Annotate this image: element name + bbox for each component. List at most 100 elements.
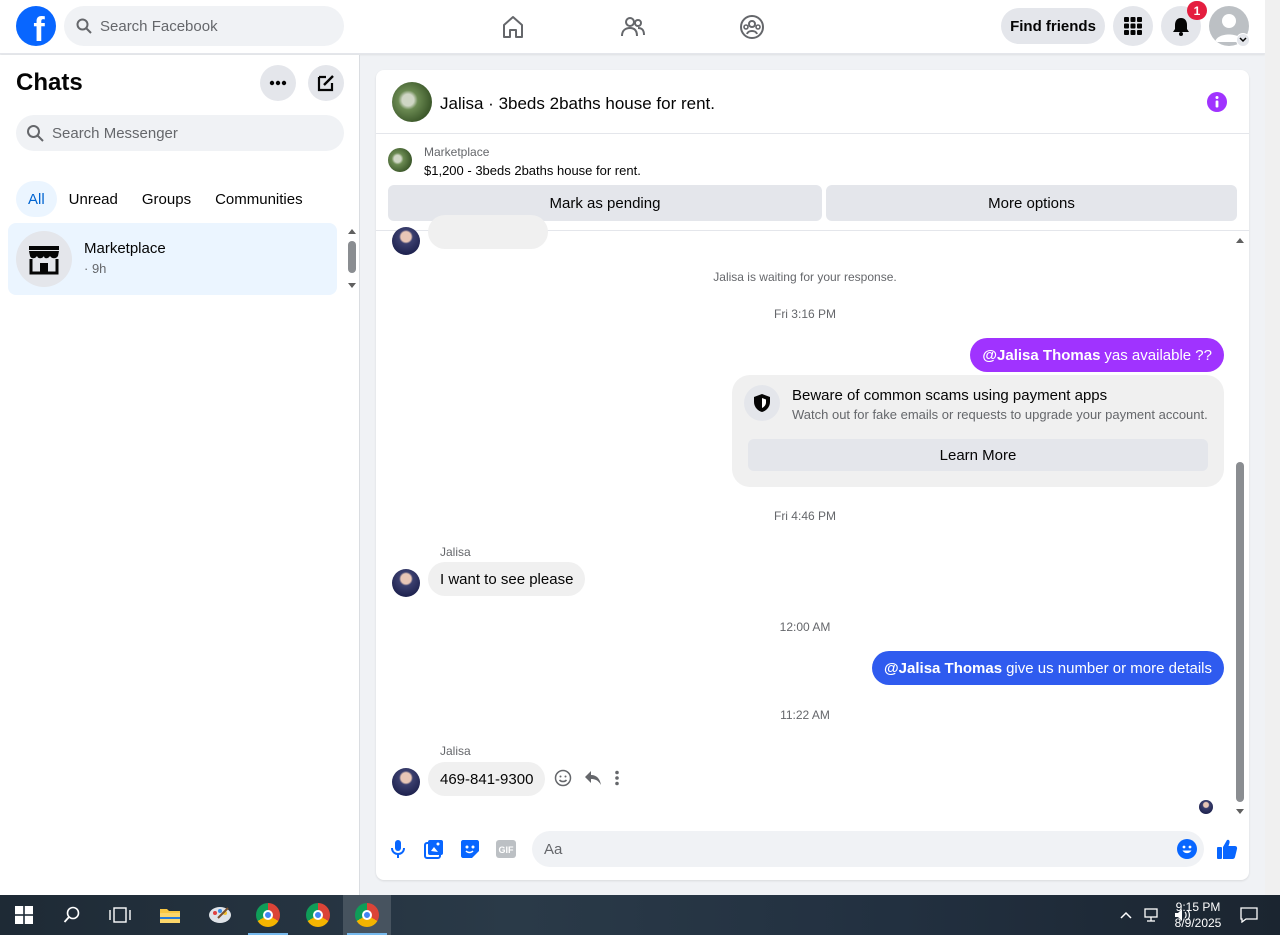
learn-more-button[interactable]: Learn More <box>748 439 1208 471</box>
conversation-info-button[interactable] <box>1207 92 1227 117</box>
photo-icon <box>424 840 443 859</box>
listing-avatar[interactable] <box>392 82 432 122</box>
chrome-profile-active-button[interactable] <box>343 895 391 935</box>
message-text: yas available ?? <box>1104 346 1212 364</box>
more-options-button[interactable]: More options <box>826 185 1237 221</box>
thumbs-up-icon <box>1217 839 1238 859</box>
svg-text:GIF: GIF <box>499 845 515 855</box>
facebook-logo[interactable]: f <box>16 6 56 46</box>
chat-options-button[interactable] <box>260 65 296 101</box>
send-like-button[interactable] <box>1216 838 1238 860</box>
file-explorer-button[interactable] <box>146 895 194 935</box>
marketplace-avatar <box>16 231 72 287</box>
action-center-button[interactable] <box>1225 895 1273 935</box>
reply-icon[interactable] <box>584 770 602 786</box>
gif-button[interactable]: GIF <box>495 838 517 860</box>
facebook-logo-letter: f <box>33 11 45 46</box>
seen-indicator-avatar <box>1199 800 1213 814</box>
sender-avatar[interactable] <box>392 569 420 597</box>
chevron-up-icon[interactable] <box>1120 911 1132 919</box>
search-facebook-box[interactable] <box>64 6 344 46</box>
gif-icon: GIF <box>496 840 516 858</box>
message-bubble-partial[interactable] <box>428 215 548 249</box>
chat-filter-tabs: All Unread Groups Communities <box>16 181 315 217</box>
taskbar-search-button[interactable] <box>48 895 96 935</box>
search-facebook-input[interactable] <box>100 17 320 35</box>
attach-photo-button[interactable] <box>423 838 445 860</box>
menu-grid-icon <box>1124 17 1142 35</box>
message-bubble-outgoing[interactable]: @Jalisa Thomas yas available ?? <box>970 338 1224 372</box>
friends-nav-button[interactable] <box>573 8 693 46</box>
scam-warning-card: Beware of common scams using payment app… <box>732 375 1224 487</box>
compose-icon <box>317 75 334 92</box>
message-bubble-incoming[interactable]: 469-841-9300 <box>428 762 546 796</box>
search-messenger-input[interactable] <box>52 124 272 142</box>
timestamp: 11:22 AM <box>780 708 830 722</box>
network-icon[interactable] <box>1144 907 1162 923</box>
clock-time: 9:15 PM <box>1175 900 1221 914</box>
message-input[interactable] <box>544 840 1144 858</box>
voice-clip-button[interactable] <box>387 838 409 860</box>
groups-nav-button[interactable] <box>692 8 812 46</box>
message-text: give us number or more details <box>1006 659 1212 677</box>
sender-avatar[interactable] <box>392 768 420 796</box>
store-icon <box>29 246 59 275</box>
chrome-profile-a-button[interactable] <box>244 895 292 935</box>
filter-unread[interactable]: Unread <box>57 181 130 217</box>
message-bubble-outgoing[interactable]: @Jalisa Thomas give us number or more det… <box>872 651 1224 685</box>
system-clock[interactable]: 9:15 PM 8/9/2025 <box>1170 899 1226 931</box>
notification-center-icon <box>1240 907 1258 923</box>
task-view-icon <box>109 907 131 923</box>
message-input-box[interactable] <box>532 831 1204 867</box>
home-icon <box>503 16 523 38</box>
page-scrollbar[interactable] <box>1265 0 1280 895</box>
mention[interactable]: @Jalisa Thomas <box>982 347 1100 364</box>
sidebar-scrollbar[interactable] <box>345 225 359 295</box>
listing-thumbnail[interactable] <box>388 148 412 172</box>
message-bubble-incoming[interactable]: I want to see please <box>428 562 586 596</box>
chrome-button[interactable] <box>294 895 342 935</box>
new-message-button[interactable] <box>308 65 344 101</box>
paint-palette-icon <box>209 907 231 923</box>
scam-warning-title: Beware of common scams using payment app… <box>792 387 1108 404</box>
home-nav-button[interactable] <box>453 8 573 46</box>
mention[interactable]: @Jalisa Thomas <box>884 660 1002 677</box>
filter-communities[interactable]: Communities <box>203 181 315 217</box>
chat-list-item-marketplace[interactable]: Marketplace · 9h <box>8 223 337 295</box>
filter-all[interactable]: All <box>16 181 57 217</box>
sender-avatar <box>392 227 420 255</box>
microphone-icon <box>391 840 405 858</box>
search-messenger-box[interactable] <box>16 115 344 151</box>
menu-button[interactable] <box>1113 6 1153 46</box>
react-icon[interactable] <box>554 769 572 787</box>
start-button[interactable] <box>0 895 48 935</box>
shield-icon <box>754 394 770 412</box>
friends-icon <box>621 17 645 37</box>
shield-icon-wrap <box>744 385 780 421</box>
groups-icon <box>740 15 764 39</box>
task-view-button[interactable] <box>96 895 144 935</box>
timestamp: 12:00 AM <box>779 620 831 634</box>
more-vertical-icon[interactable] <box>614 770 620 786</box>
bell-icon <box>1173 18 1189 36</box>
more-horizontal-icon <box>269 80 287 86</box>
timestamp: Fri 4:46 PM <box>773 509 836 523</box>
folder-icon <box>160 909 180 923</box>
conversation-title[interactable]: Jalisa · 3beds 2baths house for rent. <box>440 94 715 114</box>
chats-title: Chats <box>16 69 83 96</box>
message-actions <box>554 769 620 787</box>
find-friends-button[interactable]: Find friends <box>1001 8 1105 44</box>
sticker-icon <box>461 840 479 858</box>
sticker-button[interactable] <box>459 838 481 860</box>
info-icon <box>1207 92 1227 112</box>
paint-app-button[interactable] <box>196 895 244 935</box>
search-icon <box>76 18 92 34</box>
account-chevron[interactable] <box>1236 33 1250 47</box>
filter-groups[interactable]: Groups <box>130 181 203 217</box>
listing-price-title[interactable]: $1,200 - 3beds 2baths house for rent. <box>424 163 641 178</box>
chat-name: Marketplace <box>84 240 166 257</box>
emoji-button[interactable] <box>1176 838 1198 860</box>
emoji-icon <box>1177 839 1197 859</box>
conversation-scroll-thumb[interactable] <box>1236 462 1244 802</box>
chrome-icon <box>306 903 330 927</box>
